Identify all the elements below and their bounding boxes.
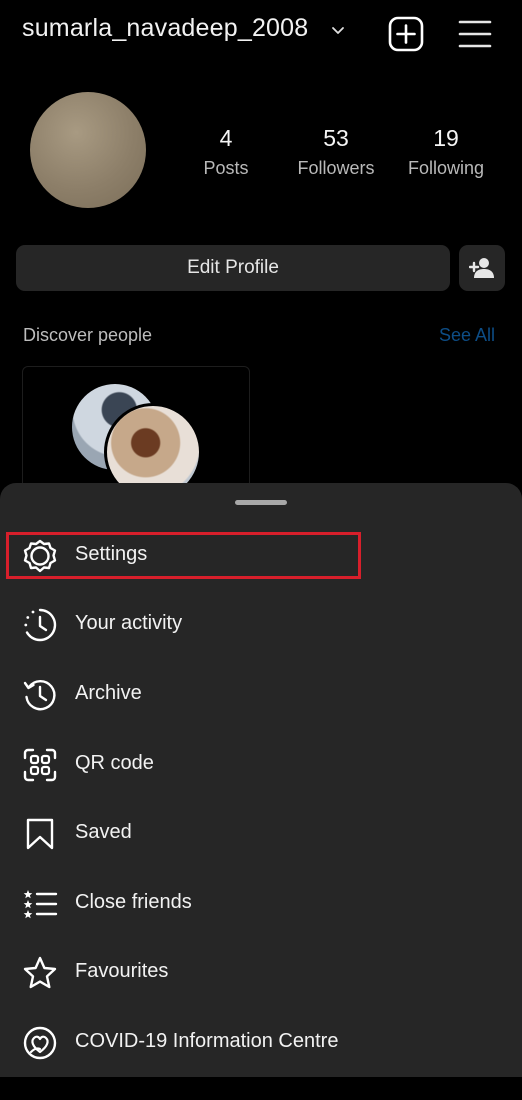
discover-people-button[interactable] [459,245,505,291]
menu-item-label: COVID-19 Information Centre [75,1030,339,1052]
menu-item-covid-info[interactable]: COVID-19 Information Centre [0,1014,522,1072]
stat-posts-value: 4 [219,125,233,151]
menu-item-saved[interactable]: Saved [0,805,522,863]
profile-avatar[interactable] [30,92,146,208]
bookmark-icon [26,818,54,850]
hamburger-menu-icon[interactable] [458,18,492,50]
archive-icon [23,679,56,711]
new-post-icon[interactable] [388,16,424,52]
stat-following[interactable]: 19 Following [391,125,501,179]
qr-code-icon [23,748,57,782]
menu-item-label: Close friends [75,891,192,913]
star-icon [23,956,57,989]
menu-item-label: Saved [75,821,132,843]
stat-following-value: 19 [433,125,459,151]
edit-profile-button[interactable]: Edit Profile [16,245,450,291]
menu-item-label: Favourites [75,960,169,982]
stat-followers[interactable]: 53 Followers [281,125,391,179]
menu-item-close-friends[interactable]: Close friends [0,875,522,933]
add-person-icon [469,258,494,278]
menu-item-archive[interactable]: Archive [0,666,522,724]
stat-posts-label: Posts [203,158,249,178]
stat-posts[interactable]: 4 Posts [171,125,281,179]
system-nav-bar [0,1077,522,1100]
discover-people-title: Discover people [23,325,153,345]
menu-item-your-activity[interactable]: Your activity [0,596,522,654]
settings-highlight-box [6,532,361,579]
menu-item-label: Your activity [75,612,183,634]
activity-clock-icon [24,608,57,642]
stat-following-label: Following [407,158,485,178]
menu-item-label: Archive [75,682,142,704]
chevron-down-icon[interactable] [330,22,346,38]
see-all-link[interactable]: See All [439,325,495,346]
close-friends-icon [23,890,58,919]
profile-username[interactable]: sumarla_navadeep_2008 [22,14,308,43]
menu-item-label: QR code [75,752,154,774]
sheet-drag-handle[interactable] [235,500,287,505]
menu-item-qr-code[interactable]: QR code [0,736,522,794]
stat-followers-label: Followers [297,158,375,178]
covid-info-icon [23,1026,57,1060]
stat-followers-value: 53 [323,125,349,151]
menu-item-favourites[interactable]: Favourites [0,944,522,1002]
